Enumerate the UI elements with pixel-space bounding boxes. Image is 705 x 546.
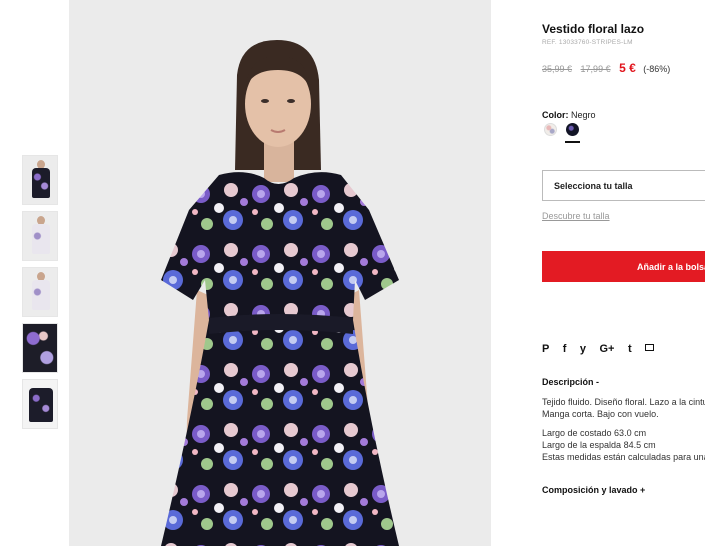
color-value: Negro (571, 110, 596, 120)
cream-floral-swatch[interactable] (544, 123, 557, 136)
price-sale: 5 € (619, 61, 636, 75)
price-original: 35,99 € (542, 64, 573, 74)
main-product-image[interactable] (69, 0, 491, 546)
product-details-panel: Vestido floral lazo REF. 13033760-STRIPE… (542, 0, 705, 546)
size-guide-link[interactable]: Descubre tu talla (542, 211, 610, 221)
email-icon[interactable] (645, 344, 655, 351)
share-icons: P f y G+ t (542, 339, 663, 357)
description-line: Manga corta. Bajo con vuelo. (542, 409, 659, 419)
pinterest-icon[interactable]: P (542, 343, 549, 355)
composition-heading[interactable]: Composición y lavado + (542, 485, 645, 495)
thumbnail-2[interactable] (22, 211, 58, 261)
discount-badge: (-86%) (643, 64, 671, 74)
black-floral-swatch[interactable] (566, 123, 579, 136)
thumbnail-1[interactable] (22, 155, 58, 205)
description-line: Largo de costado 63.0 cm (542, 428, 647, 438)
google-plus-icon[interactable]: G+ (600, 343, 615, 355)
price-previous: 17,99 € (580, 64, 611, 74)
thumbnail-4[interactable] (22, 323, 58, 373)
twitter-icon[interactable]: y (580, 343, 586, 355)
size-select[interactable]: Selecciona tu talla (542, 170, 705, 201)
thumbnail-gallery (22, 155, 58, 435)
description-text: Tejido fluido. Diseño floral. Lazo a la … (542, 396, 705, 463)
product-title: Vestido floral lazo (542, 22, 645, 36)
price-row: 35,99 € 17,99 € 5 € (-86%) (542, 61, 670, 75)
color-label-title: Color: (542, 110, 569, 120)
description-line: Largo de la espalda 84.5 cm (542, 440, 656, 450)
color-label: Color: Negro (542, 110, 596, 120)
model-photo (69, 0, 491, 546)
tumblr-icon[interactable]: t (628, 343, 632, 355)
description-line: Tejido fluido. Diseño floral. Lazo a la … (542, 397, 705, 407)
description-heading[interactable]: Descripción - (542, 377, 599, 387)
description-line: Estas medidas están calculadas para una … (542, 452, 705, 462)
product-reference: REF. 13033760-STRIPES-LM (542, 39, 633, 46)
thumbnail-5[interactable] (22, 379, 58, 429)
selected-swatch-indicator (565, 141, 580, 143)
facebook-icon[interactable]: f (563, 343, 567, 355)
thumbnail-3[interactable] (22, 267, 58, 317)
add-to-bag-button[interactable]: Añadir a la bolsa (542, 251, 705, 282)
